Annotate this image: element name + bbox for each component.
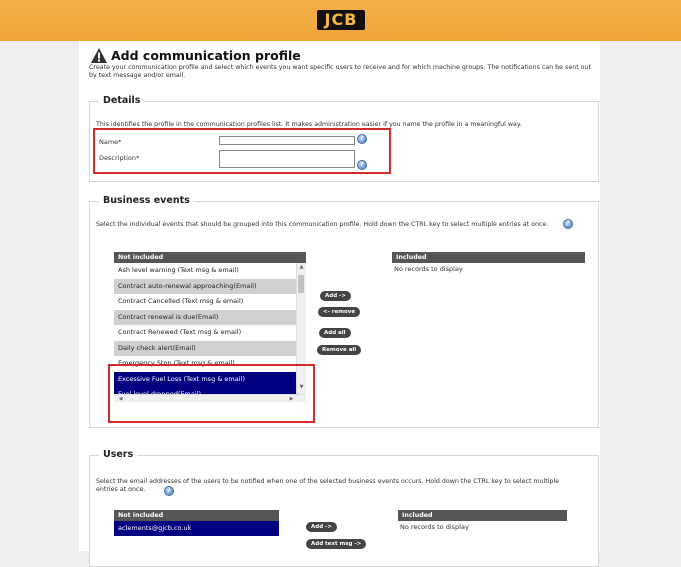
scroll-up-icon[interactable]: ▲: [297, 264, 306, 270]
add-event-button[interactable]: Add ->: [320, 291, 351, 301]
users-included-empty-message: No records to display: [400, 523, 469, 531]
remove-all-events-button[interactable]: Remove all: [317, 345, 362, 355]
business-events-description: Select the individual events that should…: [96, 221, 549, 228]
add-all-events-button[interactable]: Add all: [319, 328, 351, 338]
list-item[interactable]: Contract renewal is due(Email): [114, 309, 296, 325]
main-panel: Add communication profile Create your co…: [79, 41, 600, 567]
page-intro: Create your communication profile and se…: [89, 64, 591, 79]
remove-event-button[interactable]: <- remove: [318, 307, 361, 317]
highlight-events-box: [108, 364, 315, 423]
business-events-legend: Business events: [99, 195, 194, 206]
included-empty-message: No records to display: [394, 265, 463, 273]
not-included-header: Not included: [114, 252, 306, 263]
page-title: Add communication profile: [111, 48, 301, 63]
add-user-button[interactable]: Add ->: [306, 522, 337, 532]
help-icon[interactable]: ?: [563, 219, 573, 229]
warning-icon: [91, 48, 107, 63]
top-banner: JCB: [0, 0, 681, 41]
list-item[interactable]: Contract auto-renewal approaching(Email): [114, 278, 296, 294]
users-section: Users Select the email addresses of the …: [89, 449, 599, 567]
list-item[interactable]: aclements@gjcb.co.uk: [114, 521, 279, 536]
users-included-header: Included: [398, 510, 567, 521]
help-icon[interactable]: ?: [164, 486, 174, 496]
scroll-thumb[interactable]: [298, 275, 304, 293]
list-item[interactable]: Daily check alert(Email): [114, 340, 296, 356]
users-legend: Users: [99, 449, 138, 460]
jcb-logo[interactable]: JCB: [317, 10, 365, 30]
list-item[interactable]: Ash level warning (Text msg & email): [114, 263, 296, 278]
add-text-msg-button[interactable]: Add text msg ->: [306, 539, 367, 549]
highlight-details-box: [93, 128, 391, 174]
list-item[interactable]: Contract Cancelled (Text msg & email): [114, 294, 296, 309]
included-header: Included: [392, 252, 585, 263]
details-legend: Details: [99, 95, 145, 106]
list-item[interactable]: Contract Renewed (Text msg & email): [114, 325, 296, 340]
users-not-included-header: Not included: [114, 510, 279, 521]
